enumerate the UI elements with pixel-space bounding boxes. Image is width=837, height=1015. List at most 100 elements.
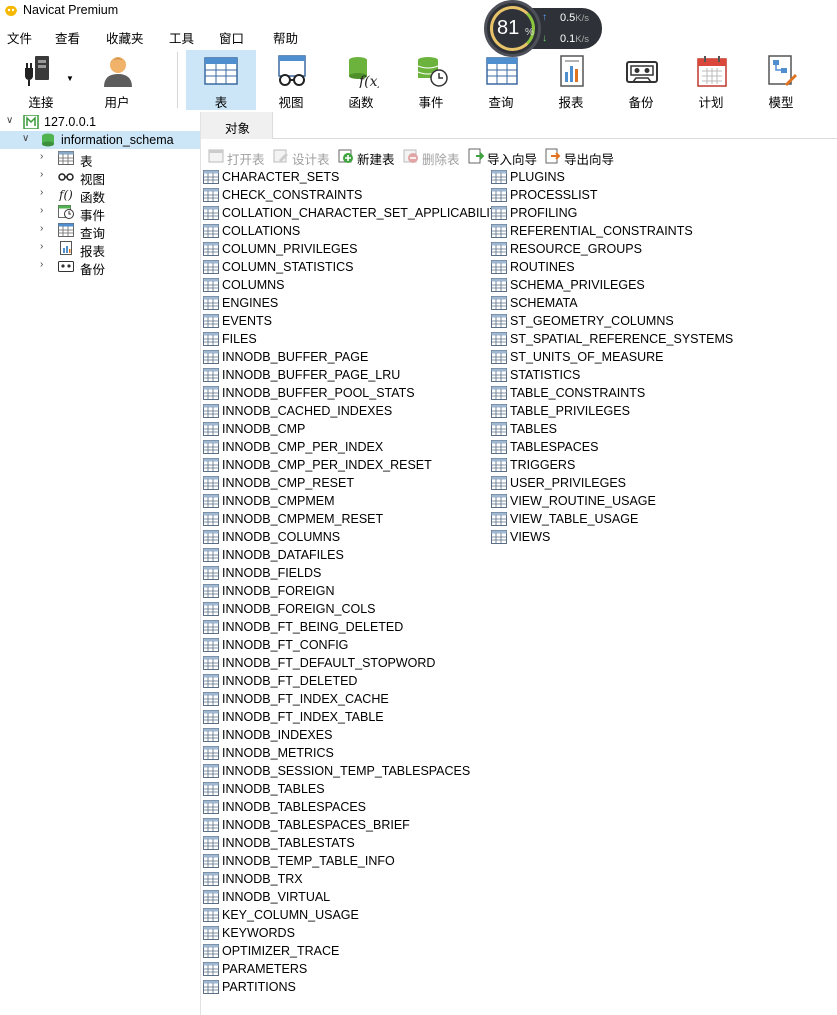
- connection-dropdown-arrow-icon[interactable]: ▼: [66, 74, 74, 83]
- table-name: PROFILING: [510, 206, 578, 220]
- table-name: SCHEMATA: [510, 296, 578, 310]
- tree-node-functions[interactable]: › f() 函数: [0, 185, 200, 205]
- tree-node-events[interactable]: › 事件: [0, 203, 200, 223]
- function-label: 函数: [348, 96, 374, 110]
- import-wizard-icon: [468, 148, 484, 164]
- expand-arrow-icon[interactable]: ›: [40, 241, 43, 252]
- table-name: COLLATIONS: [222, 224, 301, 238]
- table-name: OPTIMIZER_TRACE: [222, 944, 340, 958]
- report-label: 报表: [558, 96, 584, 110]
- table-icon: [203, 746, 219, 760]
- table-icon: [203, 404, 219, 418]
- open-table-icon: [208, 149, 224, 163]
- tree-node-backups[interactable]: › 备份: [0, 257, 200, 277]
- menu-view[interactable]: 查看: [55, 28, 80, 47]
- export-wizard-icon: [545, 148, 561, 164]
- function-button[interactable]: f(x) 函数: [329, 50, 393, 110]
- table-label: 表: [214, 96, 228, 110]
- table-name: INNODB_TEMP_TABLE_INFO: [222, 854, 395, 868]
- tab-objects[interactable]: 对象: [201, 112, 273, 139]
- collapse-arrow-icon[interactable]: ∨: [6, 115, 13, 126]
- user-button[interactable]: 用户: [85, 50, 149, 110]
- table-icon: [203, 962, 219, 976]
- collapse-arrow-icon[interactable]: ∨: [22, 133, 29, 144]
- table-name: CHECK_CONSTRAINTS: [222, 188, 363, 202]
- table-name: PARAMETERS: [222, 962, 308, 976]
- tree-database-node[interactable]: ∨ information_schema: [0, 131, 200, 149]
- menu-file[interactable]: 文件: [7, 28, 32, 47]
- table-name: KEY_COLUMN_USAGE: [222, 908, 359, 922]
- menu-favorites[interactable]: 收藏夹: [106, 28, 144, 47]
- table-name: INNODB_BUFFER_PAGE: [222, 350, 369, 364]
- table-icon: [203, 872, 219, 886]
- query-button[interactable]: 查询: [469, 50, 533, 110]
- table-name: VIEW_TABLE_USAGE: [510, 512, 639, 526]
- table-icon: [203, 224, 219, 238]
- table-icon: [491, 386, 507, 400]
- expand-arrow-icon[interactable]: ›: [40, 259, 43, 270]
- connection-button[interactable]: ▼ 连接: [9, 50, 79, 110]
- table-icon: [491, 296, 507, 310]
- table-name: TABLESPACES: [510, 440, 599, 454]
- table-icon: [491, 512, 507, 526]
- pane-divider[interactable]: [200, 112, 201, 1015]
- table-name: INNODB_FT_INDEX_TABLE: [222, 710, 384, 724]
- schedule-icon: [697, 56, 727, 87]
- table-name: ST_GEOMETRY_COLUMNS: [510, 314, 674, 328]
- table-icon: [203, 728, 219, 742]
- table-name: USER_PRIVILEGES: [510, 476, 627, 490]
- tree-node-reports[interactable]: › 报表: [0, 239, 200, 259]
- table-name: STATISTICS: [510, 368, 581, 382]
- menu-window[interactable]: 窗口: [219, 28, 244, 47]
- menu-tools[interactable]: 工具: [169, 28, 194, 47]
- expand-arrow-icon[interactable]: ›: [40, 151, 43, 162]
- table-name: INNODB_TRX: [222, 872, 303, 886]
- table-name: TABLE_PRIVILEGES: [510, 404, 630, 418]
- table-name: INNODB_FT_INDEX_CACHE: [222, 692, 389, 706]
- table-icon: [491, 368, 507, 382]
- table-icon: [203, 710, 219, 724]
- table-name: INNODB_BUFFER_PAGE_LRU: [222, 368, 401, 382]
- table-name: INNODB_CMP_PER_INDEX_RESET: [222, 458, 432, 472]
- table-name: INNODB_CMP_PER_INDEX: [222, 440, 384, 454]
- table-icon: [203, 512, 219, 526]
- expand-arrow-icon[interactable]: ›: [40, 223, 43, 234]
- table-button[interactable]: 表: [186, 50, 256, 110]
- expand-arrow-icon[interactable]: ›: [40, 169, 43, 180]
- event-button[interactable]: 事件: [399, 50, 463, 110]
- table-name: INNODB_TABLESPACES_BRIEF: [222, 818, 410, 832]
- export-wizard-label: 导出向导: [564, 153, 615, 167]
- tree-node-tables[interactable]: › 表: [0, 149, 200, 169]
- tree-connection-node[interactable]: ∨ 127.0.0.1: [0, 113, 200, 131]
- tree-node-queries[interactable]: › 查询: [0, 221, 200, 241]
- menu-help[interactable]: 帮助: [273, 28, 298, 47]
- download-speed-unit: K/s: [575, 34, 590, 45]
- function-icon: f(x): [349, 57, 379, 88]
- report-button[interactable]: 报表: [539, 50, 603, 110]
- object-toolbar: 打开表 设计表 新建表 删除表 导入向导 导出向导: [201, 146, 837, 167]
- navicat-logo-icon: [5, 5, 17, 16]
- table-name: TRIGGERS: [510, 458, 576, 472]
- table-icon: [203, 368, 219, 382]
- model-button[interactable]: 模型: [749, 50, 813, 110]
- backup-button[interactable]: 备份: [609, 50, 673, 110]
- tree-node-views[interactable]: › 视图: [0, 167, 200, 187]
- table-name: ST_SPATIAL_REFERENCE_SYSTEMS: [510, 332, 734, 346]
- plug-icon: [25, 56, 49, 86]
- table-name: INNODB_TABLES: [222, 782, 325, 796]
- table-icon: [203, 260, 219, 274]
- table-icon: [203, 818, 219, 832]
- table-name: VIEW_ROUTINE_USAGE: [510, 494, 656, 508]
- expand-arrow-icon[interactable]: ›: [40, 187, 43, 198]
- expand-arrow-icon[interactable]: ›: [40, 205, 43, 216]
- table-icon: [203, 656, 219, 670]
- table-icon: [491, 422, 507, 436]
- table-icon: [491, 224, 507, 238]
- view-button[interactable]: 视图: [259, 50, 323, 110]
- user-icon: [104, 57, 132, 87]
- schedule-button[interactable]: 计划: [679, 50, 743, 110]
- table-icon: [203, 980, 219, 994]
- toolbar-separator: [177, 52, 178, 108]
- table-icon: [203, 566, 219, 580]
- table-name: PROCESSLIST: [510, 188, 598, 202]
